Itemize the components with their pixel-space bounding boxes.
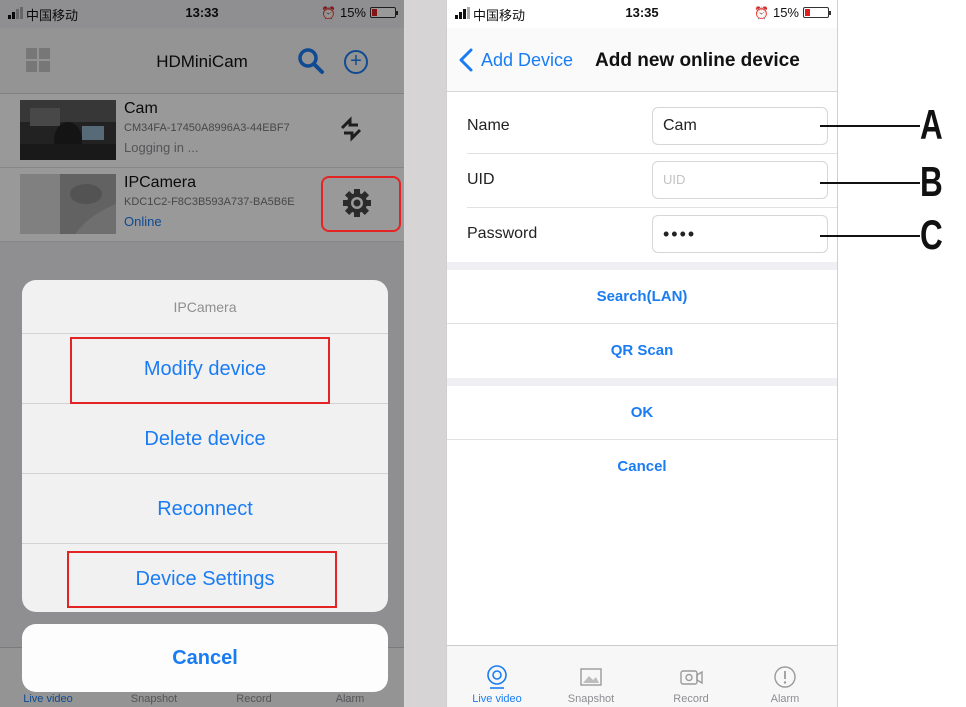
delete-device-button[interactable]: Delete device xyxy=(22,404,388,474)
callout-b-label: B xyxy=(920,158,943,205)
cancel-button[interactable]: Cancel xyxy=(22,624,388,692)
search-lan-button[interactable]: Search(LAN) xyxy=(447,270,837,324)
live-video-icon xyxy=(487,665,507,689)
tab-bar: Live video Snapshot Record Alarm xyxy=(447,645,837,707)
tab-live-video[interactable]: Live video xyxy=(457,664,537,705)
right-phone-screen: 中国移动 13:35 ⏰ 15% Add Device Add new onli… xyxy=(446,0,838,707)
add-device-form: Name Cam UID Password •••• Search(LAN) Q… xyxy=(447,100,837,494)
battery-percent: 15% xyxy=(772,5,799,20)
uid-row: UID xyxy=(467,154,837,208)
reconnect-button[interactable]: Reconnect xyxy=(22,474,388,544)
callout-c-label: C xyxy=(920,211,943,258)
status-bar: 中国移动 13:35 ⏰ 15% xyxy=(447,0,837,28)
highlight-box xyxy=(67,551,337,608)
action-sheet-title: IPCamera xyxy=(22,280,388,334)
annotation-area xyxy=(838,0,966,707)
nav-bar: Add Device Add new online device xyxy=(447,28,837,92)
password-label: Password xyxy=(467,225,538,242)
ok-button[interactable]: OK xyxy=(447,386,837,440)
callout-line xyxy=(820,235,920,237)
name-row: Name Cam xyxy=(467,100,837,154)
qr-scan-button[interactable]: QR Scan xyxy=(447,324,837,378)
callout-line xyxy=(820,182,920,184)
record-icon xyxy=(680,670,703,685)
left-phone-screen: 中国移动 13:33 ⏰ 15% HDMiniCam + Cam CM34FA-… xyxy=(0,0,405,707)
tab-alarm[interactable]: Alarm xyxy=(745,664,825,705)
tab-record[interactable]: Record xyxy=(651,664,731,705)
uid-input[interactable] xyxy=(652,161,828,199)
page-title: Add new online device xyxy=(595,50,800,71)
back-button[interactable]: Add Device xyxy=(481,50,573,71)
uid-label: UID xyxy=(467,171,495,188)
alarm-icon: ⏰ xyxy=(754,5,769,20)
highlight-box xyxy=(70,337,330,404)
battery-icon xyxy=(803,7,831,18)
name-input[interactable]: Cam xyxy=(652,107,828,145)
password-row: Password •••• xyxy=(467,208,837,262)
cancel-button[interactable]: Cancel xyxy=(447,440,837,494)
section-separator xyxy=(447,262,837,270)
password-input[interactable]: •••• xyxy=(652,215,828,253)
divider xyxy=(405,0,446,707)
gear-icon[interactable] xyxy=(342,188,372,218)
callout-line xyxy=(820,125,920,127)
back-chevron-icon[interactable] xyxy=(459,48,473,72)
section-separator xyxy=(447,378,837,386)
alarm-tab-icon xyxy=(774,666,796,688)
callout-a-label: A xyxy=(920,101,943,148)
name-label: Name xyxy=(467,117,510,134)
snapshot-icon xyxy=(580,668,602,686)
tab-snapshot[interactable]: Snapshot xyxy=(551,664,631,705)
